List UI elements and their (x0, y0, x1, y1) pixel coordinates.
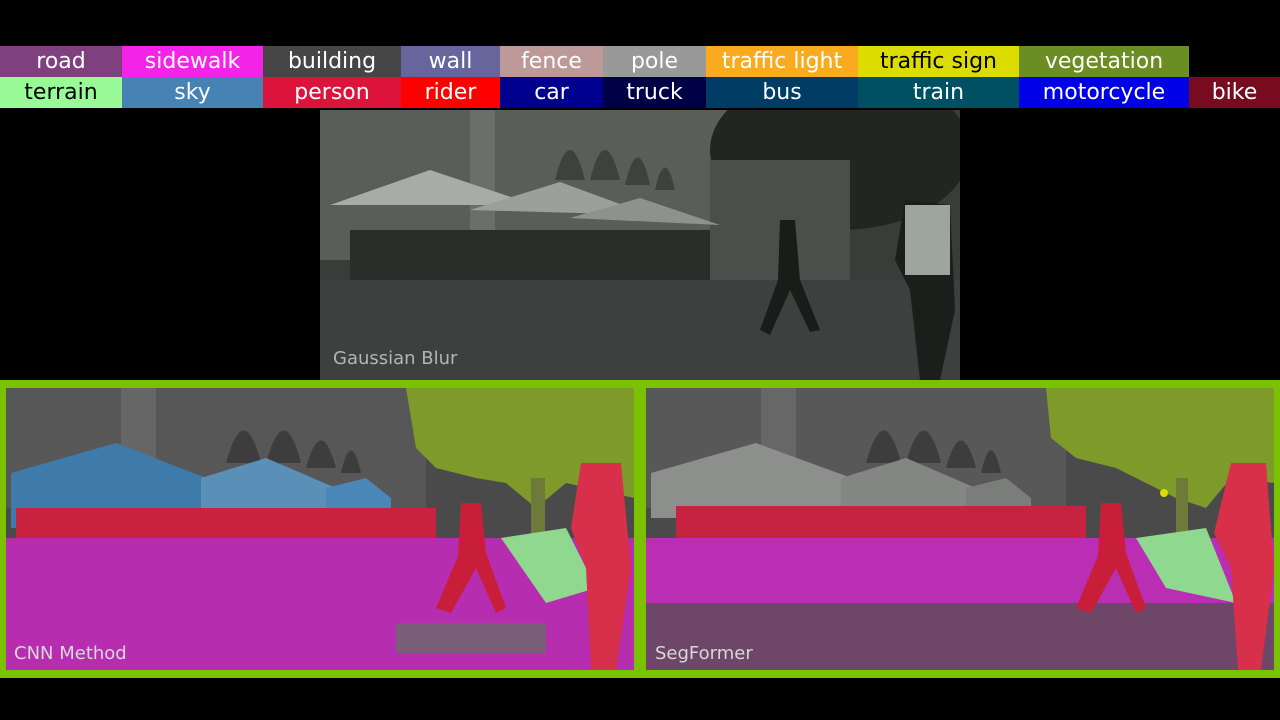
legend-label: person (294, 79, 370, 105)
legend-train: train (858, 77, 1019, 108)
legend-label: truck (626, 79, 683, 105)
blurred-street-scene (320, 110, 960, 380)
legend-wall: wall (401, 46, 500, 77)
cnn-segmentation-view (6, 388, 634, 670)
legend-label: fence (521, 48, 582, 74)
legend-fence: fence (500, 46, 603, 77)
legend-building: building (263, 46, 401, 77)
caption-cnn-method: CNN Method (14, 643, 127, 664)
legend-label: building (287, 48, 377, 74)
gaussian-blur-panel: Gaussian Blur (320, 110, 960, 380)
class-legend: road sidewalk building wall fence pole t… (0, 46, 1280, 108)
legend-label: bus (762, 79, 802, 105)
cnn-method-panel: CNN Method (0, 380, 640, 678)
legend-road: road (0, 46, 122, 77)
segformer-segmentation-view (646, 388, 1274, 670)
legend-traffic-light: traffic light (706, 46, 858, 77)
legend-label: pole (630, 48, 679, 74)
legend-label: car (534, 79, 569, 105)
segformer-panel: SegFormer (638, 380, 1280, 678)
legend-terrain: terrain (0, 77, 122, 108)
caption-segformer: SegFormer (655, 643, 753, 664)
legend-label: sky (174, 79, 211, 105)
legend-label: traffic sign (880, 48, 997, 74)
legend-label: motorcycle (1042, 79, 1166, 105)
legend-sky: sky (122, 77, 263, 108)
legend-vegetation: vegetation (1019, 46, 1189, 77)
legend-sidewalk: sidewalk (122, 46, 263, 77)
legend-rider: rider (401, 77, 500, 108)
legend-label: bike (1211, 79, 1258, 105)
legend-bus: bus (706, 77, 858, 108)
legend-bike: bike (1189, 77, 1280, 108)
legend-label: vegetation (1044, 48, 1164, 74)
legend-label: traffic light (721, 48, 843, 74)
legend-label: rider (424, 79, 477, 105)
legend-traffic-sign: traffic sign (858, 46, 1019, 77)
legend-person: person (263, 77, 401, 108)
legend-label: sidewalk (144, 48, 241, 74)
legend-car: car (500, 77, 603, 108)
legend-motorcycle: motorcycle (1019, 77, 1189, 108)
segformer-segmentation-scene (646, 388, 1274, 670)
legend-pole: pole (603, 46, 706, 77)
legend-truck: truck (603, 77, 706, 108)
legend-label: wall (428, 48, 473, 74)
legend-label: train (912, 79, 965, 105)
cnn-segmentation-scene (6, 388, 634, 670)
legend-label: terrain (24, 79, 98, 105)
caption-gaussian-blur: Gaussian Blur (333, 348, 458, 369)
legend-label: road (36, 48, 86, 74)
